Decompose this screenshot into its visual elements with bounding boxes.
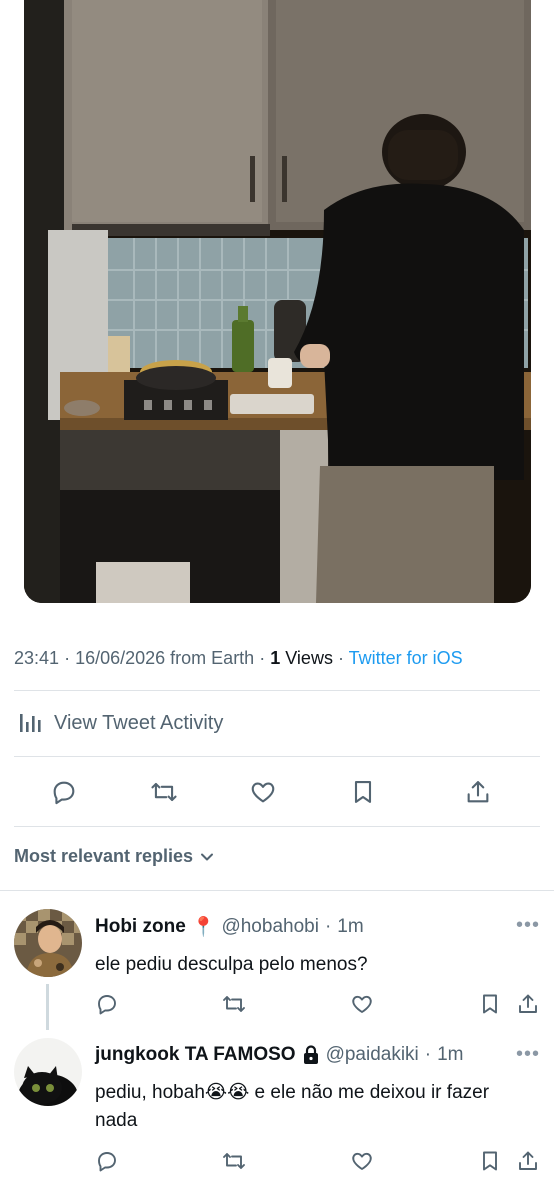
reply-action-bar xyxy=(0,990,554,1018)
avatar[interactable] xyxy=(14,1038,82,1106)
retweet-icon xyxy=(223,996,245,1012)
divider xyxy=(14,690,540,691)
replies-sort-label: Most relevant replies xyxy=(14,846,194,866)
retweet-button[interactable] xyxy=(220,990,248,1018)
share-icon xyxy=(467,781,489,803)
reply-icon xyxy=(98,995,116,1015)
divider xyxy=(0,890,554,891)
tweet-date: 16/06/2026 xyxy=(75,648,166,668)
share-button[interactable] xyxy=(514,990,542,1018)
retweet-button[interactable] xyxy=(220,1147,248,1175)
reply-time: 1m xyxy=(337,916,364,937)
more-icon[interactable]: ••• xyxy=(516,914,540,937)
like-icon xyxy=(352,995,372,1013)
retweet-icon xyxy=(151,782,177,802)
reply-time: 1m xyxy=(437,1044,464,1065)
tweet-source-link[interactable]: Twitter for iOS xyxy=(349,648,463,668)
views-count: 1 xyxy=(270,648,281,668)
bookmark-button[interactable] xyxy=(476,990,504,1018)
reply-button[interactable] xyxy=(93,990,121,1018)
retweet-icon xyxy=(223,1153,245,1169)
bookmark-button[interactable] xyxy=(476,1147,504,1175)
share-button[interactable] xyxy=(514,1147,542,1175)
pin-emoji: 📍 xyxy=(191,917,216,938)
lock-icon xyxy=(303,1045,318,1064)
reply-icon xyxy=(98,1152,116,1172)
share-icon xyxy=(519,1151,537,1170)
avatar-image xyxy=(14,1038,82,1106)
tweet-time: 23:41 xyxy=(14,648,60,668)
more-icon[interactable]: ••• xyxy=(516,1043,540,1066)
author-handle: @hobahobi xyxy=(221,916,319,937)
bookmark-icon xyxy=(483,1151,497,1171)
avatar-image xyxy=(14,909,82,977)
tweet-photo[interactable] xyxy=(24,0,531,603)
like-icon xyxy=(352,1152,372,1170)
divider xyxy=(14,756,540,757)
author-name: jungkook TA FAMOSO xyxy=(95,1044,296,1065)
author-handle: @paidakiki xyxy=(325,1044,419,1065)
like-icon xyxy=(251,782,275,803)
reply-author[interactable]: Hobi zone 📍 @hobahobi · 1m xyxy=(95,915,364,939)
reply-button[interactable] xyxy=(48,776,80,808)
avatar[interactable] xyxy=(14,909,82,977)
share-button[interactable] xyxy=(462,776,494,808)
activity-chart-icon xyxy=(18,708,44,739)
bookmark-icon xyxy=(483,994,497,1014)
divider xyxy=(14,826,540,827)
activity-label: View Tweet Activity xyxy=(54,712,224,734)
like-button[interactable] xyxy=(348,990,376,1018)
replies-sort-toggle[interactable]: Most relevant replies xyxy=(14,846,215,867)
thread-connector xyxy=(46,984,49,1030)
reply-author[interactable]: jungkook TA FAMOSO @paidakiki · 1m xyxy=(95,1044,464,1066)
reply-text: pediu, hobah😭😭 e ele não me deixou ir fa… xyxy=(95,1082,490,1131)
bookmark-button[interactable] xyxy=(347,776,379,808)
reply-icon xyxy=(53,781,75,805)
chevron-down-icon xyxy=(201,853,214,860)
like-button[interactable] xyxy=(247,776,279,808)
view-tweet-activity[interactable]: View Tweet Activity xyxy=(18,708,223,739)
share-icon xyxy=(519,994,537,1013)
like-button[interactable] xyxy=(348,1147,376,1175)
reply-button[interactable] xyxy=(93,1147,121,1175)
reply-action-bar xyxy=(0,1147,554,1175)
tweet-location: from Earth xyxy=(170,648,255,668)
kitchen-photo xyxy=(24,0,531,603)
views-label[interactable]: Views xyxy=(285,648,333,668)
tweet-meta: 23:41 · 16/06/2026 from Earth · 1 Views … xyxy=(14,648,463,668)
bookmark-icon xyxy=(354,781,372,803)
author-name: Hobi zone xyxy=(95,916,186,937)
reply-text: ele pediu desculpa pelo menos? xyxy=(95,954,368,975)
retweet-button[interactable] xyxy=(148,776,180,808)
tweet-action-bar xyxy=(0,776,554,808)
